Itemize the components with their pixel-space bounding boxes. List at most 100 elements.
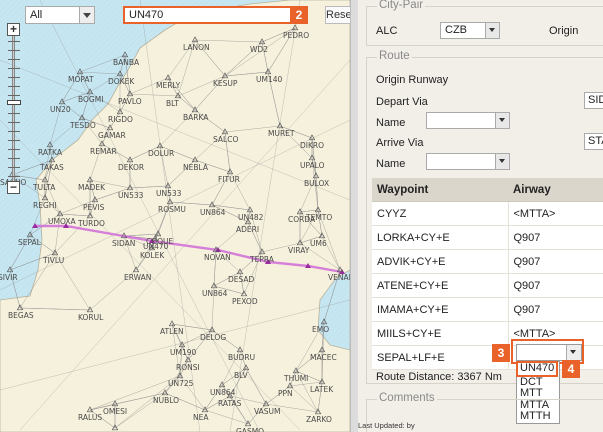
waypoint-label: BLT bbox=[166, 99, 179, 108]
table-row[interactable]: ADVIK+CY+E Q907 bbox=[372, 249, 603, 274]
airway-search-input[interactable]: UN470 bbox=[123, 6, 308, 24]
table-row[interactable]: CYYZ <MTTA> bbox=[372, 201, 603, 226]
waypoint-label: ERWAN bbox=[124, 273, 151, 282]
last-updated-text: Last Updated: by bbox=[358, 421, 415, 430]
airway-cell: Q907 bbox=[508, 249, 603, 274]
zoom-control[interactable]: + − bbox=[7, 23, 21, 194]
reset-button[interactable]: Reset bbox=[325, 6, 350, 24]
waypoint-label: OMESI bbox=[103, 407, 127, 416]
table-header-row: Waypoint Airway bbox=[372, 178, 603, 202]
chevron-down-icon[interactable] bbox=[79, 7, 94, 23]
waypoint-label: UN470 bbox=[143, 242, 169, 251]
waypoint-cell: IMAMA+CY+E bbox=[372, 297, 509, 322]
waypoint-table: Waypoint Airway CYYZ <MTTA> LORKA+CY+E Q907… bbox=[372, 178, 603, 370]
waypoint-label: TULTA bbox=[32, 183, 56, 192]
column-header-waypoint[interactable]: Waypoint bbox=[372, 178, 508, 202]
waypoint-label: RATKA bbox=[38, 148, 63, 157]
zoom-tick bbox=[8, 113, 20, 114]
waypoint-label: FITUR bbox=[218, 175, 240, 184]
departure-name-select[interactable] bbox=[426, 112, 510, 129]
waypoint-label: RONSI bbox=[176, 363, 200, 372]
chevron-down-icon[interactable] bbox=[566, 345, 581, 360]
waypoint-label: DIKRO bbox=[300, 141, 324, 150]
waypoint-label: UM140 bbox=[256, 75, 283, 84]
waypoint-cell: CYYZ bbox=[372, 201, 509, 226]
zoom-out-button[interactable]: − bbox=[7, 181, 20, 194]
waypoint-label: MACEC bbox=[310, 353, 337, 362]
waypoint-label: PPN bbox=[278, 389, 293, 398]
column-header-airway[interactable]: Airway bbox=[508, 178, 603, 202]
waypoint-label: NEA bbox=[193, 413, 209, 422]
waypoint-label: PEVIS bbox=[83, 203, 105, 212]
panel-splitter[interactable] bbox=[350, 0, 358, 432]
airway-filter-select[interactable]: All bbox=[25, 6, 95, 24]
zoom-in-button[interactable]: + bbox=[7, 23, 20, 36]
waypoint-label: VASUM bbox=[254, 407, 281, 416]
waypoint-label: GAMAR bbox=[98, 131, 126, 140]
waypoint-label: UPALO bbox=[300, 161, 325, 170]
chevron-down-icon[interactable] bbox=[485, 23, 499, 38]
table-row[interactable]: ATENE+CY+E Q907 bbox=[372, 273, 603, 298]
waypoint-label: ZARKO bbox=[306, 415, 332, 424]
table-row[interactable]: LORKA+CY+E Q907 bbox=[372, 225, 603, 250]
zoom-tick bbox=[8, 41, 20, 42]
airway-select[interactable] bbox=[516, 344, 582, 361]
airway-map[interactable]: LANON WD2 BANBA PEDRO MOPAT DOKEK MERLY KESUP UM… bbox=[0, 0, 350, 432]
map-canvas[interactable]: LANON WD2 BANBA PEDRO MOPAT DOKEK MERLY KESUP UM… bbox=[0, 0, 350, 432]
depart-via-select[interactable]: SID bbox=[584, 92, 603, 109]
zoom-tick bbox=[8, 77, 20, 78]
city-pair-value: CZB bbox=[445, 24, 467, 36]
waypoint-label: TAKAS bbox=[39, 163, 64, 172]
chevron-down-icon[interactable] bbox=[495, 154, 509, 169]
airway-option[interactable]: MTT bbox=[517, 388, 559, 400]
zoom-tick bbox=[8, 158, 20, 159]
city-pair-legend: City-Pair bbox=[377, 0, 426, 11]
zoom-tick bbox=[8, 86, 20, 87]
waypoint-label: SALCO bbox=[213, 135, 238, 144]
waypoint-label: BARKA bbox=[183, 113, 209, 122]
annotation-badge-2: 2 bbox=[290, 6, 308, 24]
waypoint-label: TURDO bbox=[77, 219, 105, 228]
waypoint-label: SEPAL bbox=[18, 238, 42, 247]
waypoint-label: THUMI bbox=[283, 374, 308, 383]
waypoint-label: DEKOR bbox=[118, 163, 144, 172]
zoom-slider-track[interactable] bbox=[12, 36, 15, 181]
arrive-via-select[interactable]: STA bbox=[584, 133, 603, 150]
annotation-badge-3: 3 bbox=[492, 344, 510, 362]
waypoint-label: BOGMI bbox=[78, 95, 103, 104]
waypoint-label: DELOG bbox=[200, 333, 226, 342]
airway-cell: Q907 bbox=[508, 297, 603, 322]
waypoint-cell: MIILS+CY+E bbox=[372, 321, 509, 346]
waypoint-label: UMOXA bbox=[48, 217, 77, 226]
waypoint-label: MERLY bbox=[156, 81, 181, 90]
zoom-tick bbox=[8, 122, 20, 123]
waypoint-label: UN533 bbox=[156, 189, 182, 198]
name-label-2: Name bbox=[376, 158, 406, 170]
waypoint-label: UN482 bbox=[238, 213, 264, 222]
city-pair-label: ALC bbox=[376, 25, 398, 37]
table-row[interactable]: IMAMA+CY+E Q907 bbox=[372, 297, 603, 322]
annotation-badge-4: 4 bbox=[562, 360, 580, 378]
waypoint-label: VIRAY bbox=[288, 246, 310, 255]
zoom-tick bbox=[8, 149, 20, 150]
depart-via-label: Depart Via bbox=[376, 96, 428, 108]
table-row[interactable]: MIILS+CY+E <MTTA> bbox=[372, 321, 603, 346]
chevron-down-icon[interactable] bbox=[495, 113, 509, 128]
waypoint-label: UN533 bbox=[118, 191, 144, 200]
airway-option[interactable]: UN470 bbox=[516, 361, 558, 377]
zoom-tick bbox=[8, 176, 20, 177]
waypoint-label: BANBA bbox=[113, 58, 140, 67]
highlight-border-left bbox=[511, 339, 513, 364]
arrival-name-select[interactable] bbox=[426, 153, 510, 170]
waypoint-label: NUBLO bbox=[153, 396, 179, 405]
waypoint-label: ROSMU bbox=[158, 205, 186, 214]
waypoint-label: MOPAT bbox=[68, 75, 94, 84]
zoom-slider-handle[interactable] bbox=[7, 100, 21, 105]
city-pair-select[interactable]: CZB bbox=[440, 22, 500, 39]
waypoint-label: DESAD bbox=[228, 275, 255, 284]
waypoint-label: UN864 bbox=[202, 289, 228, 298]
highlight-border-top bbox=[511, 339, 584, 341]
waypoint-label: REMAR bbox=[90, 147, 117, 156]
waypoint-label: LANON bbox=[183, 43, 210, 52]
zoom-tick bbox=[8, 50, 20, 51]
